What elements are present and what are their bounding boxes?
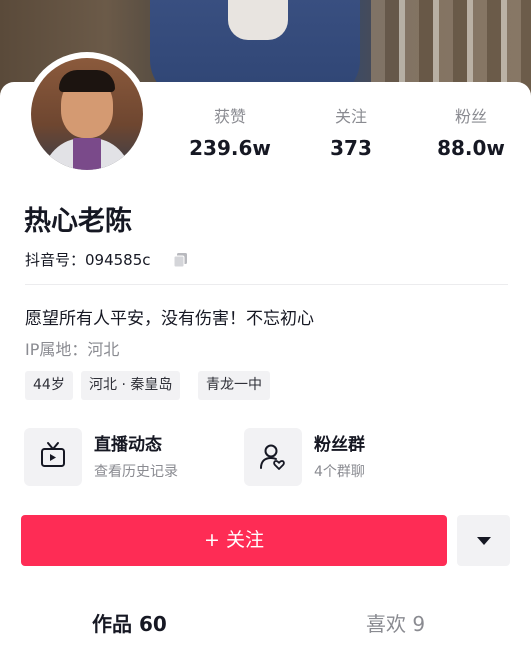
avatar-hair xyxy=(59,70,115,92)
fan-group-title: 粉丝群 xyxy=(314,435,365,455)
live-history-icon-box xyxy=(24,428,82,486)
stat-following-value: 373 xyxy=(330,136,372,160)
stat-followers[interactable]: 粉丝 88.0w xyxy=(416,107,526,163)
more-options-button[interactable] xyxy=(457,515,510,566)
tab-likes[interactable]: 喜欢 9 xyxy=(366,610,425,638)
user-heart-icon xyxy=(260,444,285,470)
tab-works[interactable]: 作品 60 xyxy=(92,610,167,638)
tag-location: 河北 · 秦皇岛 xyxy=(81,371,181,400)
live-history-entry[interactable]: 直播动态 查看历史记录 xyxy=(24,428,224,486)
profile-id: 抖音号：094585c xyxy=(25,251,151,269)
stat-likes-label: 获赞 xyxy=(213,107,246,126)
tv-icon xyxy=(41,442,65,467)
stat-likes-value: 239.6w xyxy=(189,136,271,160)
stat-followers-label: 粉丝 xyxy=(454,107,487,126)
profile-name: 热心老陈 xyxy=(24,206,132,237)
tag-school[interactable]: 青龙一中 xyxy=(198,371,270,400)
ip-location: IP属地：河北 xyxy=(25,340,120,359)
profile-stats: 获赞 239.6w 关注 373 粉丝 88.0w xyxy=(0,107,531,167)
profile-bio: 愿望所有人平安，没有伤害！不忘初心 xyxy=(25,309,314,329)
cover-person-collar xyxy=(228,0,288,40)
fan-group-entry[interactable]: 粉丝群 4个群聊 xyxy=(244,428,444,486)
caret-down-icon xyxy=(477,537,491,545)
copy-icon[interactable] xyxy=(173,252,189,268)
section-divider xyxy=(25,284,508,285)
live-history-subtitle: 查看历史记录 xyxy=(94,464,178,480)
tag-age: 44岁 xyxy=(25,371,73,400)
live-history-title: 直播动态 xyxy=(94,435,162,455)
stat-likes[interactable]: 获赞 239.6w xyxy=(175,107,285,163)
fan-group-icon-box xyxy=(244,428,302,486)
stat-followers-value: 88.0w xyxy=(437,136,505,160)
fan-group-subtitle: 4个群聊 xyxy=(314,464,365,480)
stat-following-label: 关注 xyxy=(334,107,367,126)
follow-button[interactable]: + 关注 xyxy=(21,515,447,566)
stat-following[interactable]: 关注 373 xyxy=(296,107,406,163)
